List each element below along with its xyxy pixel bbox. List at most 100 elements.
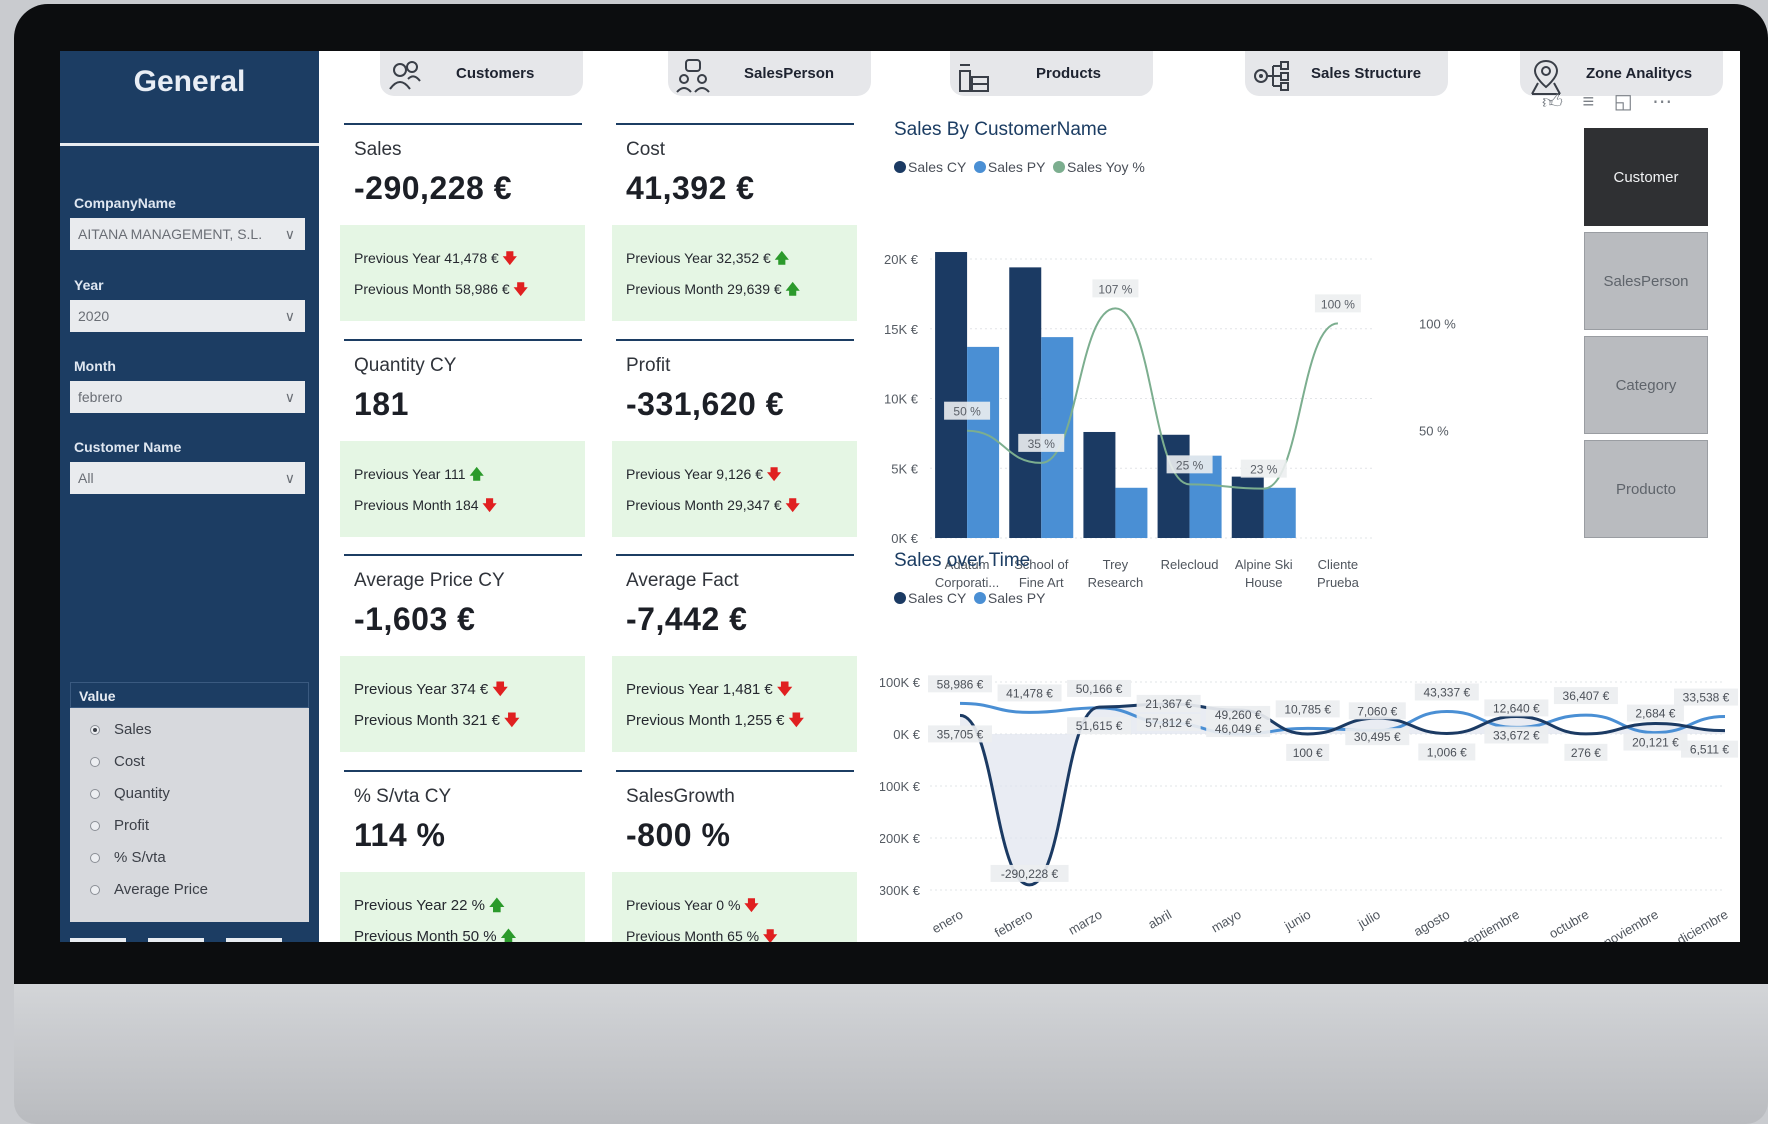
card-top-rule [344,770,582,772]
month-dropdown[interactable]: febrero ∨ [70,381,305,413]
bar-chart-legend: Sales CY Sales PY Sales Yoy % [894,159,1145,175]
kpi-title: Cost [626,139,666,160]
year-dropdown[interactable]: 2020 ∨ [70,300,305,332]
line-chart-legend: Sales CY Sales PY [894,590,1045,606]
value-option-sales[interactable]: Sales [70,714,309,746]
kpi-card-cost: Cost 41,392 € Previous Year 32,352 € 🡅 P… [612,123,857,338]
data-label-py: 43,337 € [1423,685,1470,699]
data-label-py: 10,785 € [1284,702,1331,716]
view-salesperson-button[interactable]: SalesPerson [1584,232,1708,330]
value-option-cost[interactable]: Cost [70,746,309,778]
kpi-previous-month: Previous Month 1,255 € [626,712,785,729]
x-tick-label: Cliente [1318,557,1358,572]
data-label-cy: -290,228 € [1001,867,1059,881]
data-label-cy: 30,495 € [1354,730,1401,744]
kpi-previous-year: Previous Year 22 % [354,897,485,914]
x-tick-label: marzo [1066,907,1105,938]
data-label: 107 % [1098,282,1132,296]
thumbs-up-icon[interactable]: 👍︎ [1542,91,1563,113]
nav-customers-button[interactable]: Customers [380,51,583,96]
kpi-previous-month: Previous Month 29,347 € [626,497,782,513]
y-tick-label: 5K € [891,461,919,476]
y-tick-label: -300K € [880,883,921,898]
bar-sales-py [967,346,1000,538]
data-label: 25 % [1176,458,1204,472]
report-canvas: General CompanyName AITANA MANAGEMENT, S… [60,51,1740,942]
kpi-card-sales-growth: SalesGrowth -800 % Previous Year 0 % 🡇 P… [612,770,857,942]
arrow-down-icon: 🡇 [776,681,793,698]
sales-by-customer-chart[interactable]: 20K €15K €10K €5K €0K €100 %50 %AdatumCo… [880,191,1500,601]
arrow-up-icon: 🡅 [469,466,484,482]
x-tick-label: Prueba [1317,575,1360,590]
value-option-profit[interactable]: Profit [70,810,309,842]
kpi-previous-month: Previous Month 321 € [354,712,500,729]
page-tab[interactable] [226,938,282,942]
data-label-cy: 276 € [1571,746,1601,760]
kpi-card-profit: Profit -331,620 € Previous Year 9,126 € … [612,339,857,554]
y-tick-label: 100K € [880,675,921,690]
legend-swatch [973,161,986,173]
data-label-cy: 100 € [1293,746,1323,760]
data-label-cy: 1,006 € [1427,745,1467,759]
focus-mode-icon[interactable]: ◱ [1614,91,1633,113]
legend-label: Sales PY [987,159,1046,175]
data-label-py: 36,407 € [1563,689,1610,703]
sales-over-time-chart[interactable]: 100K € 0K € -100K € -200K € -300K € enero febr… [880,617,1740,942]
data-label-py: 49,260 € [1215,708,1262,722]
sidebar-title: General [133,65,246,98]
company-dropdown[interactable]: AITANA MANAGEMENT, S.L. ∨ [70,218,305,250]
nav-products-button[interactable]: Products [950,51,1153,96]
kpi-title: Quantity CY [354,355,457,376]
company-dropdown-value: AITANA MANAGEMENT, S.L. [78,226,263,242]
x-tick-label: noviembre [1601,907,1661,942]
month-dropdown-value: febrero [78,389,123,405]
arrow-down-icon: 🡇 [762,928,778,942]
kpi-comparison-box: Previous Year 22 % 🡅 Previous Month 50 %… [340,872,585,942]
arrow-up-icon: 🡅 [500,928,517,942]
arrow-down-icon: 🡇 [785,497,800,513]
x-tick-label: julio [1354,907,1382,932]
kpi-value: -800 % [626,817,731,853]
value-option-label: Profit [114,817,150,834]
data-label-py: 21,367 € [1145,697,1192,711]
radio-icon [90,789,100,799]
more-options-icon[interactable]: ⋯ [1652,91,1672,113]
x-tick-label: septiembre [1459,907,1522,942]
arrow-down-icon: 🡇 [492,681,508,698]
arrow-down-icon: 🡇 [788,712,805,729]
customer-dropdown[interactable]: All ∨ [70,462,305,494]
kpi-value: -7,442 € [626,601,748,637]
nav-sales-structure-label: Sales Structure [1311,65,1422,82]
nav-sales-structure-button[interactable]: Sales Structure [1245,51,1448,96]
view-producto-button[interactable]: Producto [1584,440,1708,538]
x-tick-label: junio [1281,907,1313,934]
view-customer-button[interactable]: Customer [1584,128,1708,226]
kpi-comparison-box: Previous Year 0 % 🡇 Previous Month 65 % … [612,872,857,942]
view-category-button[interactable]: Category [1584,336,1708,434]
chevron-down-icon: ∨ [284,226,295,242]
kpi-value: 181 [354,386,409,422]
page-tab[interactable] [70,938,126,942]
kpi-previous-year: Previous Year 0 % [626,897,741,913]
value-slicer: Value Sales Cost Quantity Profit % S/vta… [70,682,309,922]
chevron-down-icon: ∨ [284,308,295,324]
x-tick-label: diciembre [1674,907,1730,942]
card-top-rule [616,770,854,772]
page-tab[interactable] [148,938,204,942]
value-option-svta[interactable]: % S/vta [70,842,309,874]
value-option-quantity[interactable]: Quantity [70,778,309,810]
nav-products-label: Products [1036,65,1102,82]
nav-salesperson-button[interactable]: SalesPerson [668,51,871,96]
x-tick-label: House [1245,575,1283,590]
y-tick-label: 15K € [884,322,919,337]
kpi-card-svta: % S/vta CY 114 % Previous Year 22 % 🡅 Pr… [340,770,585,942]
kpi-title: Profit [626,355,671,376]
kpi-value: -331,620 € [626,386,785,422]
filter-icon[interactable]: ≡ [1582,91,1594,113]
value-option-average-price[interactable]: Average Price [70,874,309,906]
x-tick-label: Relecloud [1161,557,1219,572]
kpi-title: SalesGrowth [626,786,735,807]
x-tick-label: Alpine Ski [1235,557,1293,572]
x-tick-label: enero [929,907,965,937]
radio-icon [90,757,100,767]
